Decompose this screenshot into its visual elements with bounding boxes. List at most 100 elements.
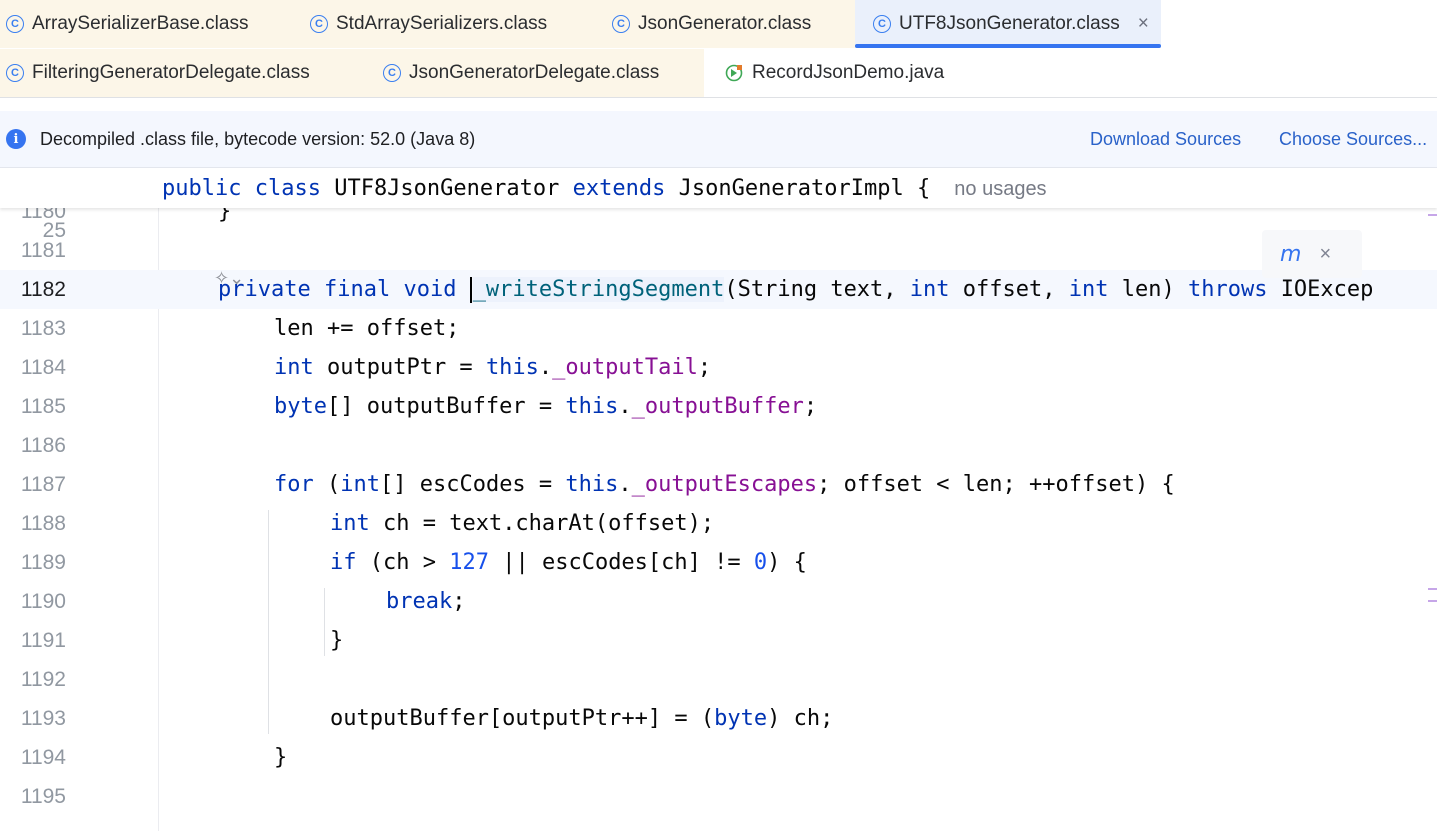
code-token: byte bbox=[274, 394, 327, 419]
error-stripe-mark[interactable] bbox=[1428, 600, 1437, 602]
tab-label: JsonGenerator.class bbox=[638, 13, 812, 34]
code-token: int bbox=[340, 472, 380, 497]
code-line[interactable]: 1194} bbox=[0, 738, 1437, 777]
tab-stdarrayserializers[interactable]: C StdArraySerializers.class bbox=[304, 0, 600, 48]
code-token: break bbox=[386, 589, 453, 614]
code-token: _outputEscapes bbox=[631, 472, 818, 497]
code-token: if bbox=[330, 550, 370, 575]
line-number: 1190 bbox=[20, 590, 66, 613]
line-number: 1184 bbox=[20, 356, 66, 379]
code-line[interactable]: 1193 outputBuffer[outputPtr++] = (byte) c… bbox=[0, 699, 1437, 738]
tab-jsongeneratordelegate[interactable]: C JsonGeneratorDelegate.class bbox=[377, 49, 697, 97]
tab-label: JsonGeneratorDelegate.class bbox=[409, 62, 660, 83]
code-token: byte bbox=[714, 706, 768, 731]
code-token: throws bbox=[1187, 277, 1281, 302]
code-token: int bbox=[1068, 277, 1122, 302]
tab-filteringgeneratordelegate[interactable]: C FilteringGeneratorDelegate.class bbox=[0, 49, 370, 97]
code-line[interactable]: 1189 if (ch > 127 || escCodes[ch] != 0) { bbox=[0, 543, 1437, 582]
code-token: ; bbox=[697, 355, 712, 380]
banner-message: Decompiled .class file, bytecode version… bbox=[40, 128, 476, 149]
code-token: ; offset < len; ++offset) { bbox=[817, 472, 1175, 497]
line-number: 25 bbox=[42, 219, 66, 242]
code-line[interactable]: 1180} bbox=[0, 208, 1437, 231]
class-declaration: public class UTF8JsonGenerator extends J… bbox=[162, 168, 1047, 210]
code-text: int ch = text.charAt(offset); bbox=[330, 504, 714, 543]
line-number: 1192 bbox=[20, 668, 66, 691]
code-token: ( bbox=[326, 472, 341, 497]
tab-label: ArraySerializerBase.class bbox=[32, 13, 249, 34]
maven-reload-popup: m × bbox=[1262, 230, 1362, 278]
tab-utf8jsongenerator[interactable]: C UTF8JsonGenerator.class × bbox=[855, 0, 1161, 48]
code-token: this bbox=[565, 394, 619, 419]
code-token: ) ch; bbox=[767, 706, 834, 731]
close-tab-icon[interactable]: × bbox=[1138, 13, 1149, 35]
code-token: 127 bbox=[449, 550, 489, 575]
tab-label: UTF8JsonGenerator.class bbox=[899, 13, 1120, 34]
code-line[interactable]: 1184 int outputPtr = this._outputTail; bbox=[0, 348, 1437, 387]
code-token: ; bbox=[803, 394, 818, 419]
line-number: 1193 bbox=[20, 707, 66, 730]
code-token: IOExcep bbox=[1280, 277, 1374, 302]
line-number: 1188 bbox=[20, 512, 66, 535]
code-token: } bbox=[330, 628, 344, 653]
line-number: 1195 bbox=[20, 785, 66, 808]
code-line[interactable]: 1192 bbox=[0, 660, 1437, 699]
info-icon: i bbox=[6, 129, 26, 149]
code-token: outputBuffer[outputPtr++] = ( bbox=[330, 706, 715, 731]
code-token: this bbox=[485, 355, 539, 380]
code-line[interactable]: 1191} bbox=[0, 621, 1437, 660]
error-stripe-mark[interactable] bbox=[1428, 214, 1437, 216]
code-line[interactable]: 1195 bbox=[0, 777, 1437, 816]
code-line[interactable]: 1186 bbox=[0, 426, 1437, 465]
class-icon: C bbox=[383, 64, 401, 82]
code-token: public bbox=[162, 176, 255, 201]
tab-label: RecordJsonDemo.java bbox=[752, 62, 945, 83]
tab-arrayserializerbase[interactable]: C ArraySerializerBase.class bbox=[0, 0, 296, 48]
class-icon: C bbox=[6, 15, 24, 33]
code-token: [] escCodes = bbox=[379, 472, 566, 497]
code-token: (ch > bbox=[369, 550, 450, 575]
tab-recordjsondemo[interactable]: RecordJsonDemo.java bbox=[718, 49, 978, 97]
code-text: } bbox=[218, 208, 231, 231]
code-text: break; bbox=[386, 582, 465, 621]
code-token: } bbox=[274, 745, 288, 770]
ai-assistant-icon[interactable]: ✧⌄ bbox=[214, 268, 244, 289]
close-popup-icon[interactable]: × bbox=[1319, 243, 1331, 266]
decompiled-banner: i Decompiled .class file, bytecode versi… bbox=[0, 111, 1437, 168]
code-line[interactable]: 1190 break; bbox=[0, 582, 1437, 621]
line-number: 1185 bbox=[20, 395, 66, 418]
code-text: } bbox=[330, 621, 343, 660]
code-line[interactable]: 1185 byte[] outputBuffer = this._outputBu… bbox=[0, 387, 1437, 426]
download-sources-link[interactable]: Download Sources bbox=[1090, 129, 1241, 150]
line-number: 1191 bbox=[20, 629, 66, 652]
code-token: offset, bbox=[962, 277, 1069, 302]
code-line[interactable]: 1187 for (int[] escCodes = this._outputEs… bbox=[0, 465, 1437, 504]
code-token: } bbox=[218, 208, 232, 224]
code-token: extends bbox=[572, 176, 679, 201]
indent-guide bbox=[324, 588, 325, 656]
sticky-class-header[interactable]: 25 public class UTF8JsonGenerator extend… bbox=[0, 168, 1437, 242]
code-line[interactable]: 1183 len += offset; bbox=[0, 309, 1437, 348]
choose-sources-link[interactable]: Choose Sources... bbox=[1279, 129, 1427, 150]
code-token: || escCodes[ch] != bbox=[488, 550, 754, 575]
code-text: len += offset; bbox=[274, 309, 459, 348]
tab-label: StdArraySerializers.class bbox=[336, 13, 548, 34]
code-line[interactable]: 1188 int ch = text.charAt(offset); bbox=[0, 504, 1437, 543]
editor-tabs-row-2: C FilteringGeneratorDelegate.class C Jso… bbox=[0, 49, 1437, 98]
code-line[interactable]: 1181 bbox=[0, 231, 1437, 270]
line-number: 1189 bbox=[20, 551, 66, 574]
code-token: ; bbox=[452, 589, 466, 614]
code-token: . bbox=[538, 355, 553, 380]
usages-hint[interactable]: no usages bbox=[954, 178, 1046, 200]
code-text: for (int[] escCodes = this._outputEscape… bbox=[274, 465, 1175, 504]
code-token: outputPtr = bbox=[326, 355, 486, 380]
error-stripe-mark[interactable] bbox=[1428, 588, 1437, 590]
code-token: void bbox=[403, 277, 470, 302]
maven-reload-icon[interactable]: m bbox=[1280, 242, 1301, 267]
class-icon: C bbox=[310, 15, 328, 33]
code-token: [] outputBuffer = bbox=[326, 394, 566, 419]
class-icon: C bbox=[873, 15, 891, 33]
tab-jsongenerator[interactable]: C JsonGenerator.class bbox=[606, 0, 852, 48]
code-token: (String text, bbox=[724, 277, 910, 302]
code-editor[interactable]: 1180} 1181 1182 private final void _writeSt… bbox=[0, 208, 1437, 831]
